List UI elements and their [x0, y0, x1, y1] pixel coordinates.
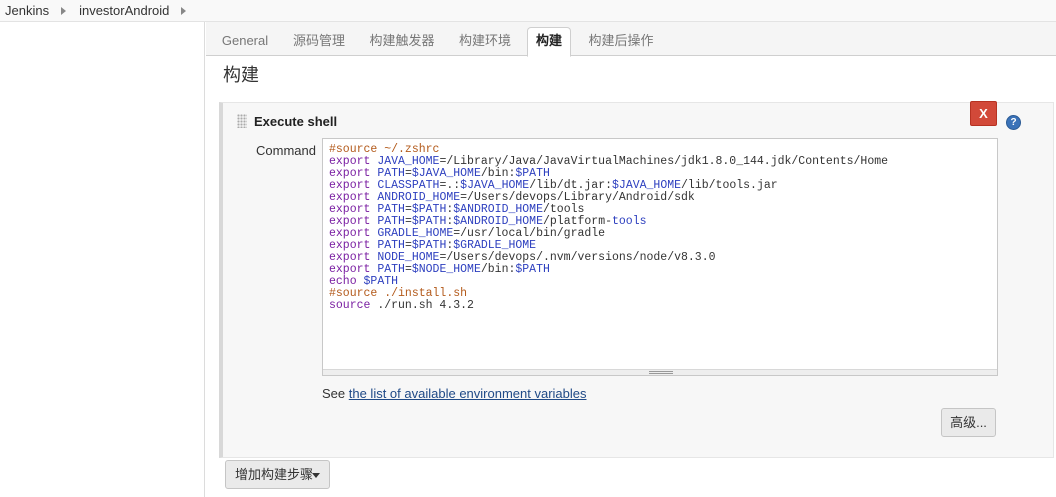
code-token: $PATH [515, 263, 550, 276]
code-token: /bin: [480, 263, 516, 276]
tab-build[interactable]: 构建 [527, 27, 571, 57]
command-code: #source ~/.zshrc export JAVA_HOME=/Librar… [329, 144, 888, 312]
env-vars-link[interactable]: the list of available environment variab… [349, 386, 587, 401]
code-token: = [404, 263, 412, 276]
breadcrumb-item-jenkins[interactable]: Jenkins [5, 3, 49, 18]
env-vars-help: See the list of available environment va… [322, 386, 587, 401]
add-build-step-label: 增加构建步骤 [235, 467, 314, 482]
breadcrumb-item-project[interactable]: investorAndroid [79, 3, 169, 18]
section-title: 构建 [223, 65, 259, 85]
tab-general[interactable]: General [216, 30, 274, 56]
add-build-step-button[interactable]: 增加构建步骤 [225, 460, 330, 489]
resize-grip-icon[interactable] [649, 371, 673, 374]
advanced-button[interactable]: 高级... [941, 408, 996, 437]
tab-source-control[interactable]: 源码管理 [286, 30, 352, 56]
tab-build-environment[interactable]: 构建环境 [452, 30, 518, 56]
command-textarea[interactable]: #source ~/.zshrc export JAVA_HOME=/Librar… [322, 138, 998, 376]
config-tabs: General 源码管理 构建触发器 构建环境 构建 构建后操作 [206, 22, 1056, 57]
side-panel [0, 22, 205, 497]
chevron-right-icon[interactable] [61, 6, 67, 15]
tab-build-triggers[interactable]: 构建触发器 [364, 30, 440, 56]
command-label: Command [256, 143, 316, 158]
env-vars-prefix: See [322, 386, 349, 401]
command-line: export PATH=$NODE_HOME/bin:$PATH [329, 264, 888, 276]
delete-step-button[interactable]: X [970, 101, 997, 126]
help-icon[interactable]: ? [1006, 115, 1021, 130]
tab-post-build[interactable]: 构建后操作 [582, 30, 660, 56]
drag-handle-icon[interactable] [237, 114, 247, 128]
code-token: tools [612, 215, 647, 228]
chevron-right-icon[interactable] [181, 6, 187, 15]
code-token: /lib/tools.jar [681, 179, 778, 192]
command-line: source ./run.sh 4.3.2 [329, 300, 888, 312]
code-token: ./run.sh 4.3.2 [370, 299, 474, 312]
code-token: $NODE_HOME [411, 263, 481, 276]
caret-down-icon [312, 473, 320, 478]
breadcrumb: Jenkins investorAndroid [0, 0, 1056, 22]
textarea-resize-handle[interactable] [323, 369, 997, 375]
step-title: Execute shell [254, 114, 338, 129]
code-token: source [329, 299, 371, 312]
